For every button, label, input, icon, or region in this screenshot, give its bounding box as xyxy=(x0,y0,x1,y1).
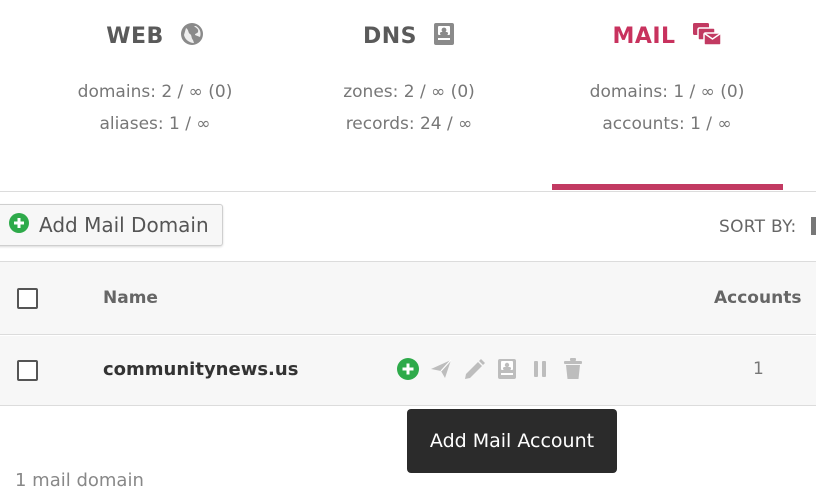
edit-icon[interactable] xyxy=(463,358,485,380)
domain-name-link[interactable]: communitynews.us xyxy=(103,359,298,380)
row-actions xyxy=(397,358,584,380)
accounts-count: 1 xyxy=(753,359,764,379)
stat-dns-records: records: 24 / ∞ xyxy=(345,114,473,134)
send-icon[interactable] xyxy=(430,358,452,380)
tooltip: Add Mail Account xyxy=(407,409,617,473)
stat-web-domains: domains: 2 / ∞ (0) xyxy=(77,82,233,102)
suspend-icon[interactable] xyxy=(529,358,551,380)
mail-bulk-icon xyxy=(692,22,722,50)
stat-dns[interactable]: DNS zones: 2 / ∞ (0) records: 24 / ∞ xyxy=(294,0,524,190)
table-row: communitynews.us 1 xyxy=(0,336,816,406)
stat-web-aliases: aliases: 1 / ∞ xyxy=(99,114,211,134)
table-header: Name Accounts xyxy=(0,261,816,335)
row-checkbox[interactable] xyxy=(17,360,38,381)
delete-icon[interactable] xyxy=(562,358,584,380)
address-book-icon xyxy=(433,22,455,50)
stat-mail[interactable]: MAIL domains: 1 / ∞ (0) accounts: 1 / ∞ xyxy=(552,0,782,190)
stat-dns-zones: zones: 2 / ∞ (0) xyxy=(343,82,475,102)
column-header-name[interactable]: Name xyxy=(103,288,158,308)
plus-circle-icon xyxy=(9,213,29,237)
add-mail-domain-label: Add Mail Domain xyxy=(39,213,209,237)
globe-icon xyxy=(180,22,204,50)
sort-by-label: SORT BY: xyxy=(719,217,797,237)
add-account-icon[interactable] xyxy=(397,358,419,380)
domain-count: 1 mail domain xyxy=(15,470,144,491)
tooltip-text: Add Mail Account xyxy=(429,430,595,452)
add-mail-domain-button[interactable]: Add Mail Domain xyxy=(0,204,223,246)
select-all-checkbox[interactable] xyxy=(17,288,38,309)
stat-dns-title: DNS xyxy=(362,23,418,49)
stat-mail-title: MAIL xyxy=(612,23,676,49)
stats-panel: WEB domains: 2 / ∞ (0) aliases: 1 / ∞ DN… xyxy=(0,0,816,192)
active-tab-indicator xyxy=(552,184,783,190)
dns-records-icon[interactable] xyxy=(496,358,518,380)
stat-web-title: WEB xyxy=(106,23,164,49)
stat-mail-domains: domains: 1 / ∞ (0) xyxy=(589,82,745,102)
stat-mail-accounts: accounts: 1 / ∞ xyxy=(602,114,732,134)
column-header-accounts[interactable]: Accounts xyxy=(714,288,801,308)
sort-dropdown[interactable] xyxy=(811,217,816,235)
toolbar: Add Mail Domain SORT BY: xyxy=(0,193,816,261)
stat-web[interactable]: WEB domains: 2 / ∞ (0) aliases: 1 / ∞ xyxy=(40,0,270,190)
